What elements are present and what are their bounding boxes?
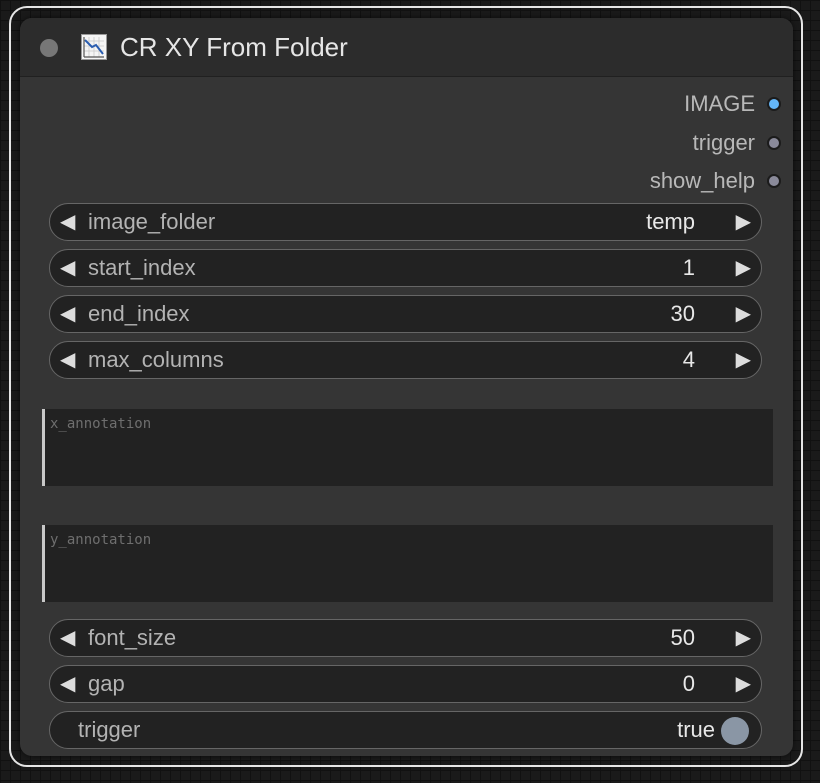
decrement-arrow-icon[interactable]: ◀	[60, 342, 75, 378]
widget-value: true	[677, 717, 715, 742]
output-slot-icon[interactable]	[767, 97, 781, 111]
widget-value: 1	[682, 255, 695, 280]
start-index-number[interactable]: ◀ start_index 1 ▶	[49, 249, 762, 287]
toggle-knob-icon[interactable]	[721, 717, 749, 745]
node-title: CR XY From Folder	[120, 32, 348, 62]
output-image[interactable]: IMAGE	[684, 89, 781, 119]
increment-arrow-icon[interactable]: ▶	[736, 620, 751, 656]
widget-label: start_index	[88, 255, 196, 280]
gap-number[interactable]: ◀ gap 0 ▶	[49, 665, 762, 703]
output-trigger[interactable]: trigger	[693, 128, 781, 158]
end-index-number[interactable]: ◀ end_index 30 ▶	[49, 295, 762, 333]
widget-label: trigger	[78, 717, 141, 742]
increment-arrow-icon[interactable]: ▶	[736, 342, 751, 378]
widget-value: 30	[670, 301, 695, 326]
decrement-arrow-icon[interactable]: ◀	[60, 204, 75, 240]
output-label: trigger	[692, 130, 755, 155]
decrement-arrow-icon[interactable]: ◀	[60, 296, 75, 332]
max-columns-number[interactable]: ◀ max_columns 4 ▶	[49, 341, 762, 379]
collapse-toggle-icon[interactable]	[40, 39, 58, 57]
increment-arrow-icon[interactable]: ▶	[736, 204, 751, 240]
image-folder-combo[interactable]: ◀ image_folder temp ▶	[49, 203, 762, 241]
widget-value: 50	[670, 625, 695, 650]
increment-arrow-icon[interactable]: ▶	[736, 296, 751, 332]
cr-xy-from-folder-node[interactable]: CR XY From Folder IMAGE trigger show_hel…	[20, 18, 793, 756]
increment-arrow-icon[interactable]: ▶	[736, 666, 751, 702]
widget-label: font_size	[88, 625, 177, 650]
output-show-help[interactable]: show_help	[650, 166, 781, 196]
x-annotation-textarea[interactable]	[42, 409, 773, 486]
widget-value: 4	[682, 347, 695, 372]
decrement-arrow-icon[interactable]: ◀	[60, 666, 75, 702]
output-label: show_help	[649, 168, 755, 193]
widget-label: end_index	[88, 301, 190, 326]
decrement-arrow-icon[interactable]: ◀	[60, 620, 75, 656]
output-label: IMAGE	[684, 91, 755, 116]
widget-value: 0	[682, 671, 695, 696]
y-annotation-textarea[interactable]	[42, 525, 773, 602]
widget-label: max_columns	[88, 347, 224, 372]
chart-decreasing-icon	[81, 34, 107, 60]
font-size-number[interactable]: ◀ font_size 50 ▶	[49, 619, 762, 657]
output-slot-icon[interactable]	[767, 174, 781, 188]
increment-arrow-icon[interactable]: ▶	[736, 250, 751, 286]
trigger-toggle[interactable]: trigger true	[49, 711, 762, 749]
decrement-arrow-icon[interactable]: ◀	[60, 250, 75, 286]
output-slot-icon[interactable]	[767, 136, 781, 150]
widget-label: image_folder	[88, 209, 216, 234]
widget-value: temp	[646, 209, 695, 234]
node-header[interactable]: CR XY From Folder	[20, 18, 793, 77]
widget-label: gap	[88, 671, 125, 696]
